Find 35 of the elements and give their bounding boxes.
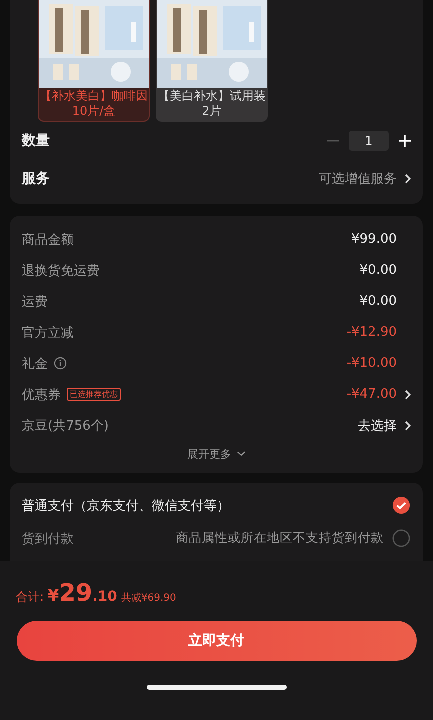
price-label: 礼金 xyxy=(22,356,48,372)
service-label: 服务 xyxy=(22,170,50,188)
info-icon[interactable] xyxy=(54,357,67,370)
expand-more-link[interactable]: 展开更多 xyxy=(188,446,232,462)
price-label: 京豆(共756个) xyxy=(22,418,109,434)
quantity-field[interactable]: 1 xyxy=(349,131,389,151)
quantity-label: 数量 xyxy=(22,132,50,150)
price-amount: ¥99.00 xyxy=(352,232,397,247)
total-label: 合计: xyxy=(16,589,44,606)
price-amount: ¥0.00 xyxy=(360,294,397,309)
price-label: 优惠券 xyxy=(22,386,61,404)
price-amount[interactable]: 去选择 xyxy=(358,416,397,434)
total-price: ¥29.10 xyxy=(48,579,118,607)
price-label: 运费 xyxy=(22,294,48,310)
pay-button[interactable]: 立即支付 xyxy=(16,621,416,661)
chevron-icon xyxy=(405,174,411,184)
price-label: 退换货免运费 xyxy=(22,262,100,280)
price-amount: -¥12.90 xyxy=(346,325,397,340)
variant-label: 【补水美白】咖啡因10片/盒 xyxy=(39,88,149,120)
variant-option[interactable]: 【补水美白】咖啡因10片/盒 xyxy=(38,0,150,122)
checked-radio-icon[interactable] xyxy=(392,496,411,515)
service-value[interactable]: 可选增值服务 xyxy=(319,170,397,188)
price-label: 商品金额 xyxy=(22,232,74,248)
variant-label: 【美白补水】试用装2片 xyxy=(157,88,267,120)
variant-option[interactable]: 【美白补水】试用装2片 xyxy=(156,0,268,122)
plus-icon[interactable] xyxy=(399,135,411,147)
price-amount[interactable]: -¥47.00 xyxy=(346,387,397,402)
payment-note: 商品属性或所在地区不支持货到付款 xyxy=(176,530,384,547)
price-amount: ¥0.00 xyxy=(360,263,397,278)
coupon-tag: 已选推荐优惠 xyxy=(67,388,121,401)
saved-amount: 共减¥69.90 xyxy=(121,592,176,605)
price-amount: -¥10.00 xyxy=(346,356,397,371)
payment-option[interactable]: 普通支付（京东支付、微信支付等） xyxy=(22,496,230,514)
price-label: 官方立减 xyxy=(22,324,74,342)
chevron-down-icon xyxy=(236,451,246,457)
